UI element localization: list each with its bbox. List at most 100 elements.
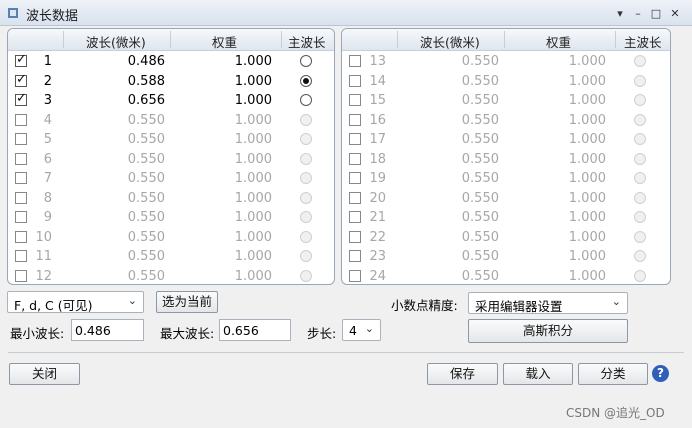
row-checkbox[interactable] <box>15 191 27 204</box>
row-checkbox[interactable] <box>15 133 27 145</box>
primary-wavelength-radio[interactable] <box>300 172 312 184</box>
primary-wavelength-radio[interactable] <box>300 269 312 282</box>
weight-cell[interactable]: 1.000 <box>510 93 606 108</box>
weight-cell[interactable]: 1.000 <box>176 152 272 167</box>
load-button[interactable]: 载入 <box>503 363 573 385</box>
weight-cell[interactable]: 1.000 <box>510 74 606 89</box>
wavelength-cell[interactable]: 0.550 <box>402 171 499 186</box>
row-checkbox[interactable]: ✓ <box>15 72 27 87</box>
primary-wavelength-radio[interactable] <box>300 113 312 126</box>
wavelength-cell[interactable]: 0.550 <box>402 152 499 167</box>
weight-cell[interactable]: 1.000 <box>176 269 272 284</box>
wavelength-cell[interactable]: 0.550 <box>402 113 499 128</box>
row-checkbox[interactable] <box>349 152 361 165</box>
save-button[interactable]: 保存 <box>427 363 498 385</box>
wavelength-cell[interactable]: 0.550 <box>68 152 165 167</box>
wavelength-cell[interactable]: 0.550 <box>68 171 165 186</box>
min-wavelength-input[interactable]: 0.486 <box>71 319 144 341</box>
wavelength-cell[interactable]: 0.550 <box>68 249 165 264</box>
wavelength-cell[interactable]: 0.550 <box>402 54 499 69</box>
primary-wavelength-radio[interactable] <box>300 211 312 223</box>
wavelength-cell[interactable]: 0.656 <box>68 93 165 108</box>
primary-wavelength-radio[interactable] <box>634 133 646 145</box>
close-icon[interactable]: ✕ <box>667 5 683 21</box>
select-current-button[interactable]: 选为当前 <box>156 291 218 313</box>
primary-wavelength-radio[interactable] <box>300 191 312 204</box>
wavelength-cell[interactable]: 0.486 <box>68 54 165 69</box>
weight-cell[interactable]: 1.000 <box>510 269 606 284</box>
weight-cell[interactable]: 1.000 <box>510 132 606 147</box>
row-checkbox[interactable] <box>15 211 27 223</box>
wavelength-cell[interactable]: 0.550 <box>402 191 499 206</box>
primary-wavelength-radio[interactable] <box>634 269 646 282</box>
sort-button[interactable]: 分类 <box>578 363 648 385</box>
weight-cell[interactable]: 1.000 <box>176 54 272 69</box>
wavelength-cell[interactable]: 0.550 <box>68 191 165 206</box>
minimize-icon[interactable]: – <box>630 5 646 21</box>
weight-cell[interactable]: 1.000 <box>176 249 272 264</box>
weight-cell[interactable]: 1.000 <box>510 230 606 245</box>
max-wavelength-input[interactable]: 0.656 <box>219 319 291 341</box>
weight-cell[interactable]: 1.000 <box>510 171 606 186</box>
wavelength-cell[interactable]: 0.550 <box>68 132 165 147</box>
help-icon[interactable]: ? <box>652 365 669 382</box>
decimal-precision-select[interactable]: 采用编辑器设置 ⌄ <box>468 292 628 314</box>
primary-wavelength-radio[interactable] <box>634 250 646 262</box>
wavelength-cell[interactable]: 0.550 <box>402 74 499 89</box>
primary-wavelength-radio[interactable] <box>300 74 312 87</box>
row-checkbox[interactable] <box>15 113 27 126</box>
primary-wavelength-radio[interactable] <box>634 152 646 165</box>
row-checkbox[interactable] <box>349 250 361 262</box>
gauss-quadrature-button[interactable]: 高斯积分 <box>468 319 628 343</box>
weight-cell[interactable]: 1.000 <box>510 191 606 206</box>
weight-cell[interactable]: 1.000 <box>510 54 606 69</box>
primary-wavelength-radio[interactable] <box>300 250 312 262</box>
row-checkbox[interactable]: ✓ <box>15 91 27 106</box>
primary-wavelength-radio[interactable] <box>300 55 312 67</box>
row-checkbox[interactable] <box>349 191 361 204</box>
weight-cell[interactable]: 1.000 <box>510 210 606 225</box>
row-checkbox[interactable] <box>349 55 361 67</box>
weight-cell[interactable]: 1.000 <box>510 249 606 264</box>
row-checkbox[interactable] <box>349 172 361 184</box>
row-checkbox[interactable] <box>349 230 361 243</box>
row-checkbox[interactable] <box>15 172 27 184</box>
primary-wavelength-radio[interactable] <box>300 230 312 243</box>
wavelength-cell[interactable]: 0.550 <box>68 230 165 245</box>
row-checkbox[interactable] <box>15 152 27 165</box>
primary-wavelength-radio[interactable] <box>634 211 646 223</box>
primary-wavelength-radio[interactable] <box>634 74 646 87</box>
weight-cell[interactable]: 1.000 <box>176 191 272 206</box>
wavelength-cell[interactable]: 0.550 <box>402 210 499 225</box>
row-checkbox[interactable] <box>15 230 27 243</box>
primary-wavelength-radio[interactable] <box>634 191 646 204</box>
row-checkbox[interactable] <box>349 94 361 106</box>
weight-cell[interactable]: 1.000 <box>176 171 272 186</box>
maximize-icon[interactable]: □ <box>648 5 664 21</box>
wavelength-cell[interactable]: 0.550 <box>402 249 499 264</box>
primary-wavelength-radio[interactable] <box>634 94 646 106</box>
wavelength-cell[interactable]: 0.588 <box>68 74 165 89</box>
primary-wavelength-radio[interactable] <box>634 113 646 126</box>
menu-dropdown-icon[interactable]: ▾ <box>612 5 628 21</box>
row-checkbox[interactable] <box>349 269 361 282</box>
primary-wavelength-radio[interactable] <box>634 172 646 184</box>
weight-cell[interactable]: 1.000 <box>176 132 272 147</box>
weight-cell[interactable]: 1.000 <box>176 74 272 89</box>
primary-wavelength-radio[interactable] <box>300 133 312 145</box>
row-checkbox[interactable] <box>15 250 27 262</box>
weight-cell[interactable]: 1.000 <box>510 113 606 128</box>
wavelength-cell[interactable]: 0.550 <box>402 269 499 284</box>
primary-wavelength-radio[interactable] <box>634 55 646 67</box>
primary-wavelength-radio[interactable] <box>300 94 312 106</box>
wavelength-cell[interactable]: 0.550 <box>68 113 165 128</box>
weight-cell[interactable]: 1.000 <box>176 230 272 245</box>
weight-cell[interactable]: 1.000 <box>176 113 272 128</box>
row-checkbox[interactable] <box>349 133 361 145</box>
weight-cell[interactable]: 1.000 <box>510 152 606 167</box>
primary-wavelength-radio[interactable] <box>300 152 312 165</box>
wavelength-cell[interactable]: 0.550 <box>402 230 499 245</box>
preset-select[interactable]: F, d, C (可见) ⌄ <box>7 291 144 313</box>
wavelength-cell[interactable]: 0.550 <box>68 210 165 225</box>
wavelength-cell[interactable]: 0.550 <box>68 269 165 284</box>
